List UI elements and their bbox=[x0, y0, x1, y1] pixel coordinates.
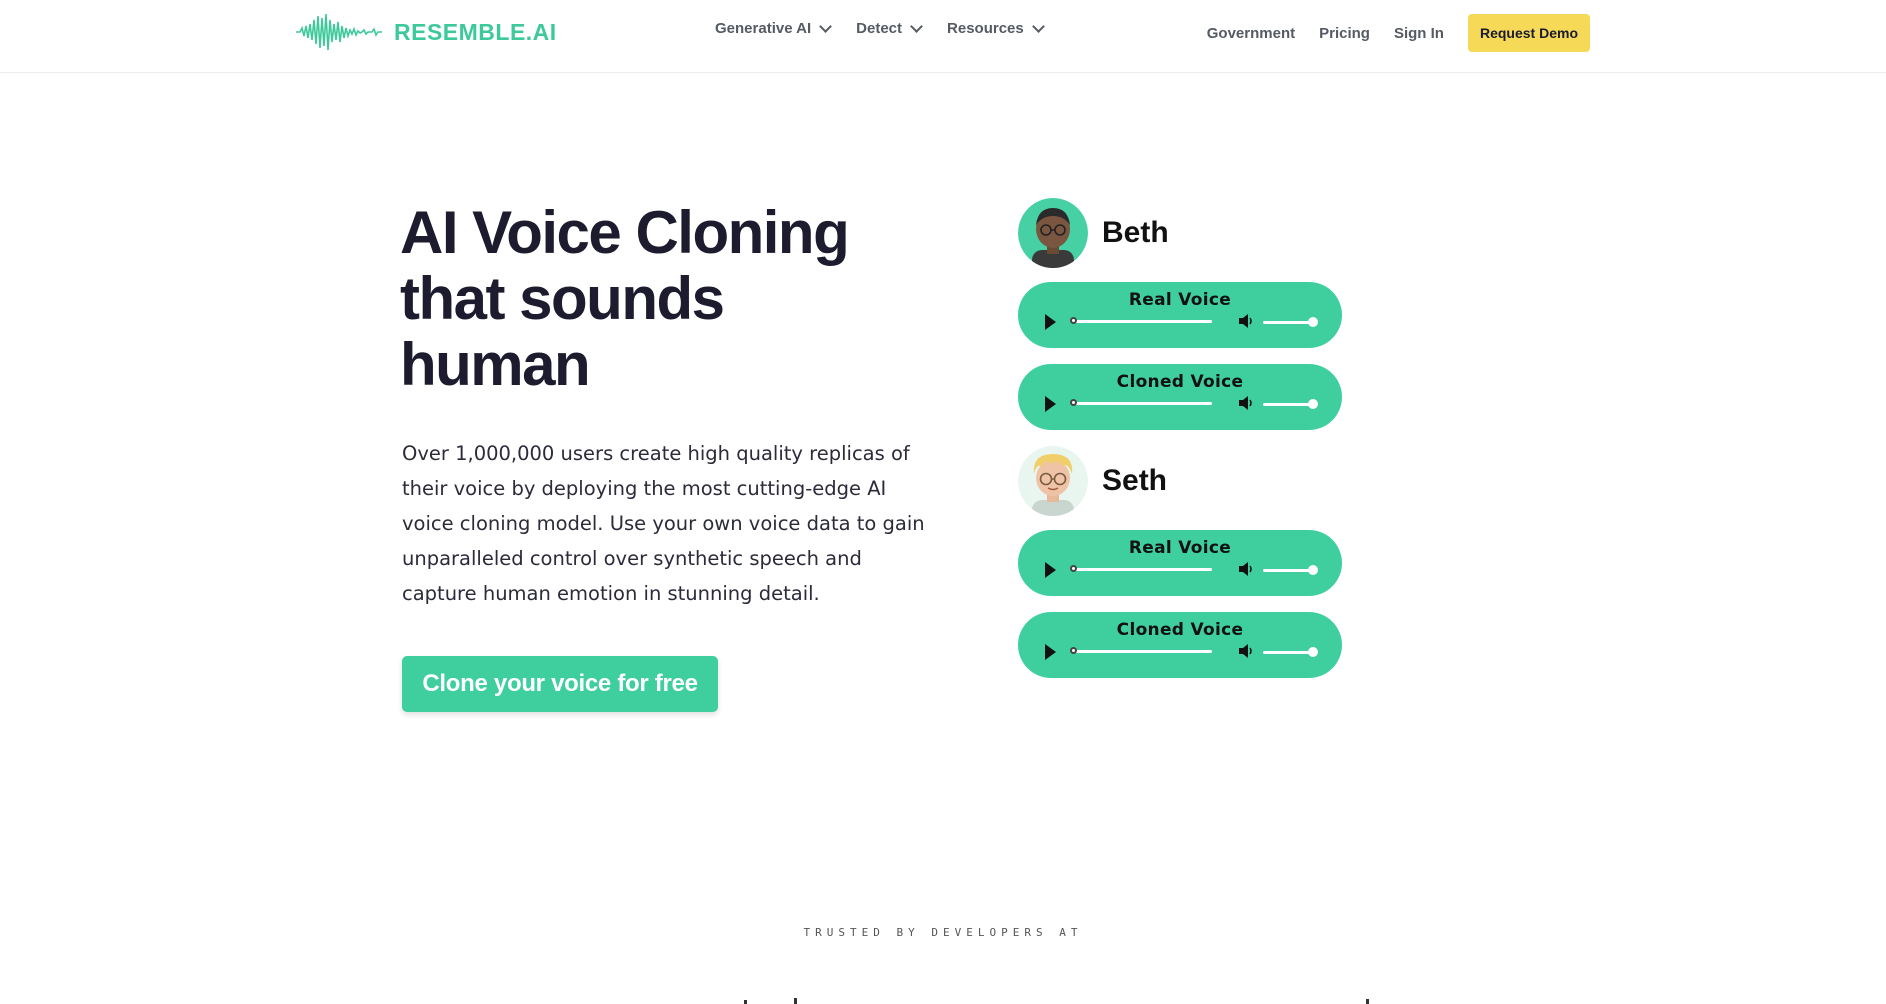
player-label: Real Voice bbox=[1128, 538, 1232, 558]
government-link[interactable]: Government bbox=[1207, 25, 1295, 42]
avatar bbox=[1018, 198, 1088, 268]
volume-slider[interactable] bbox=[1263, 317, 1318, 327]
logo-waveform-icon bbox=[296, 13, 382, 51]
logo[interactable]: RESEMBLE.AI bbox=[296, 10, 557, 54]
volume-slider[interactable] bbox=[1263, 399, 1318, 409]
audio-player-cloned: Cloned Voice bbox=[1018, 612, 1342, 678]
clone-voice-button[interactable]: Clone your voice for free bbox=[402, 656, 718, 712]
header-actions: Government Pricing Sign In Request Demo bbox=[1207, 14, 1590, 52]
nav-label: Detect bbox=[856, 20, 903, 37]
nav-detect[interactable]: Detect bbox=[856, 19, 923, 37]
volume-knob[interactable] bbox=[1308, 317, 1318, 327]
progress-knob[interactable] bbox=[1070, 565, 1077, 572]
speaker-icon[interactable] bbox=[1238, 313, 1254, 329]
partner-logos-partial bbox=[744, 998, 1369, 1004]
progress-knob[interactable] bbox=[1070, 647, 1077, 654]
audio-player-real: Real Voice bbox=[1018, 530, 1342, 596]
audio-player-real: Real Voice bbox=[1018, 282, 1342, 348]
volume-knob[interactable] bbox=[1308, 399, 1318, 409]
volume-slider[interactable] bbox=[1263, 647, 1318, 657]
hero-title-line: that sounds bbox=[400, 265, 725, 332]
speaker-name: Beth bbox=[1102, 216, 1169, 249]
volume-knob[interactable] bbox=[1308, 647, 1318, 657]
voice-samples-panel: Beth Real Voice Cloned Voice Seth Real V… bbox=[1018, 198, 1342, 678]
play-icon[interactable] bbox=[1045, 644, 1056, 660]
nav-label: Generative AI bbox=[715, 20, 812, 37]
play-icon[interactable] bbox=[1045, 562, 1056, 578]
site-header: RESEMBLE.AI Generative AI Detect Resourc… bbox=[0, 0, 1886, 73]
progress-slider[interactable] bbox=[1070, 399, 1212, 406]
request-demo-button[interactable]: Request Demo bbox=[1467, 14, 1590, 52]
volume-knob[interactable] bbox=[1308, 565, 1318, 575]
progress-slider[interactable] bbox=[1070, 317, 1212, 324]
hero-description: Over 1,000,000 users create high quality… bbox=[402, 442, 925, 605]
chevron-down-icon bbox=[819, 19, 833, 33]
speaker-icon[interactable] bbox=[1238, 395, 1254, 411]
progress-slider[interactable] bbox=[1070, 565, 1212, 572]
hero-title-line: AI Voice Cloning bbox=[400, 199, 850, 266]
play-icon[interactable] bbox=[1045, 396, 1056, 412]
player-label: Cloned Voice bbox=[1116, 372, 1244, 392]
audio-player-cloned: Cloned Voice bbox=[1018, 364, 1342, 430]
play-icon[interactable] bbox=[1045, 314, 1056, 330]
player-label: Real Voice bbox=[1128, 290, 1232, 310]
speaker-beth: Beth bbox=[1018, 198, 1342, 268]
hero-title-line: human bbox=[400, 331, 591, 398]
player-label: Cloned Voice bbox=[1116, 620, 1244, 640]
progress-knob[interactable] bbox=[1070, 317, 1077, 324]
nav-label: Resources bbox=[947, 20, 1024, 37]
nav-resources[interactable]: Resources bbox=[947, 19, 1045, 37]
speaker-name: Seth bbox=[1102, 464, 1168, 497]
avatar bbox=[1018, 446, 1088, 516]
progress-slider[interactable] bbox=[1070, 647, 1212, 654]
chevron-down-icon bbox=[1031, 19, 1045, 33]
nav-generative-ai[interactable]: Generative AI bbox=[715, 19, 833, 37]
pricing-link[interactable]: Pricing bbox=[1319, 25, 1370, 42]
speaker-icon[interactable] bbox=[1238, 643, 1254, 659]
progress-knob[interactable] bbox=[1070, 399, 1077, 406]
trusted-by-label: TRUSTED BY DEVELOPERS AT bbox=[803, 926, 1083, 939]
speaker-icon[interactable] bbox=[1238, 561, 1254, 577]
volume-slider[interactable] bbox=[1263, 565, 1318, 575]
main-nav: Generative AI Detect Resources bbox=[715, 19, 1045, 37]
logo-text: RESEMBLE.AI bbox=[394, 18, 557, 45]
speaker-seth: Seth bbox=[1018, 446, 1342, 516]
chevron-down-icon bbox=[910, 19, 923, 33]
hero-title: AI Voice Cloning that sounds human bbox=[400, 200, 920, 398]
sign-in-link[interactable]: Sign In bbox=[1394, 25, 1444, 42]
